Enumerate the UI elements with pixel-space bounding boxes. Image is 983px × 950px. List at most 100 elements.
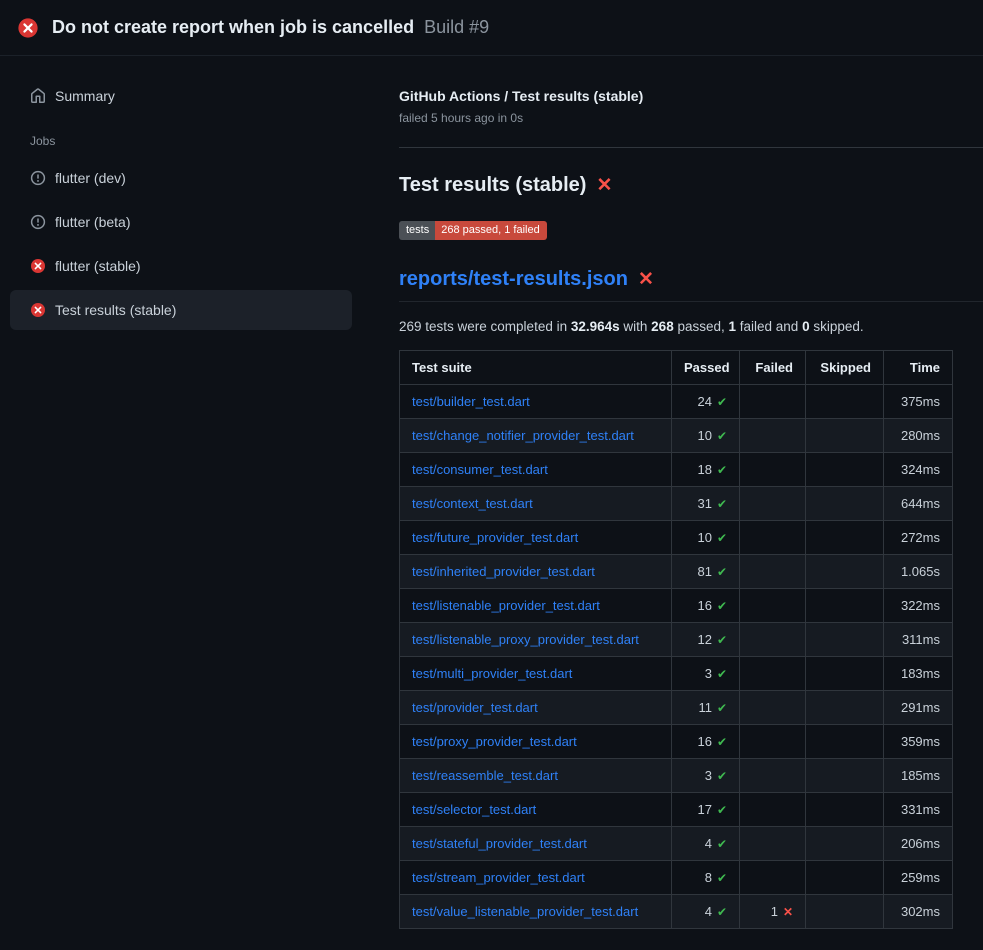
test-suite-link[interactable]: test/reassemble_test.dart xyxy=(412,768,558,783)
passed-cell: 24✔ xyxy=(672,385,740,419)
passed-count: 31 xyxy=(697,496,711,511)
passed-cell: 16✔ xyxy=(672,589,740,623)
passed-count: 18 xyxy=(697,462,711,477)
check-icon: ✔ xyxy=(717,701,727,715)
home-icon xyxy=(30,88,46,104)
test-suite-link[interactable]: test/proxy_provider_test.dart xyxy=(412,734,577,749)
table-row: test/consumer_test.dart18✔324ms xyxy=(400,453,953,487)
passed-cell: 3✔ xyxy=(672,759,740,793)
table-row: test/reassemble_test.dart3✔185ms xyxy=(400,759,953,793)
summary-text: passed, xyxy=(674,319,729,334)
sidebar-item-flutter-dev[interactable]: flutter (dev) xyxy=(10,158,352,198)
check-icon: ✔ xyxy=(717,803,727,817)
suite-cell: test/context_test.dart xyxy=(400,487,672,521)
passed-cell: 10✔ xyxy=(672,521,740,555)
test-suite-link[interactable]: test/value_listenable_provider_test.dart xyxy=(412,904,638,919)
sidebar-item-flutter-beta[interactable]: flutter (beta) xyxy=(10,202,352,242)
check-icon: ✔ xyxy=(717,769,727,783)
failed-cross-icon: ✕ xyxy=(596,176,612,195)
skipped-cell xyxy=(806,657,884,691)
check-icon: ✔ xyxy=(717,429,727,443)
run-status-line: failed 5 hours ago in 0s xyxy=(399,111,983,125)
test-suite-link[interactable]: test/change_notifier_provider_test.dart xyxy=(412,428,634,443)
suite-cell: test/provider_test.dart xyxy=(400,691,672,725)
breadcrumb: GitHub Actions / Test results (stable) xyxy=(399,88,983,104)
test-suite-link[interactable]: test/builder_test.dart xyxy=(412,394,530,409)
table-row: test/value_listenable_provider_test.dart… xyxy=(400,895,953,929)
skipped-cell xyxy=(806,691,884,725)
sidebar-item-flutter-stable[interactable]: flutter (stable) xyxy=(10,246,352,286)
passed-count: 12 xyxy=(697,632,711,647)
failed-status-icon xyxy=(30,258,46,274)
summary-text: with xyxy=(620,319,652,334)
test-suite-link[interactable]: test/stream_provider_test.dart xyxy=(412,870,585,885)
summary-passed-count: 268 xyxy=(651,319,674,334)
test-summary-line: 269 tests were completed in 32.964s with… xyxy=(399,319,983,334)
skipped-cell xyxy=(806,487,884,521)
skipped-cell xyxy=(806,861,884,895)
skipped-cell xyxy=(806,521,884,555)
cross-icon: ✕ xyxy=(783,905,793,919)
failed-cell xyxy=(740,657,806,691)
passed-cell: 31 ✔ xyxy=(672,487,740,521)
check-icon: ✔ xyxy=(717,497,727,511)
check-icon: ✔ xyxy=(717,599,727,613)
job-list: flutter (dev) flutter (beta) xyxy=(10,158,389,330)
table-row: test/selector_test.dart17✔331ms xyxy=(400,793,953,827)
failed-cell xyxy=(740,759,806,793)
failed-count: 1 xyxy=(771,904,778,919)
sidebar-item-summary[interactable]: Summary xyxy=(10,78,352,114)
test-suite-link[interactable]: test/consumer_test.dart xyxy=(412,462,548,477)
test-suite-link[interactable]: test/provider_test.dart xyxy=(412,700,538,715)
test-suite-link[interactable]: test/multi_provider_test.dart xyxy=(412,666,572,681)
test-suite-link[interactable]: test/future_provider_test.dart xyxy=(412,530,578,545)
column-header-skipped: Skipped xyxy=(806,351,884,385)
skipped-cell xyxy=(806,453,884,487)
run-title: Do not create report when job is cancell… xyxy=(52,17,414,38)
sidebar: Summary Jobs flutter (dev) xyxy=(0,56,399,330)
column-header-passed: Passed xyxy=(672,351,740,385)
passed-count: 3 xyxy=(705,666,712,681)
sidebar-item-test-results-stable[interactable]: Test results (stable) xyxy=(10,290,352,330)
test-suite-link[interactable]: test/listenable_proxy_provider_test.dart xyxy=(412,632,639,647)
tests-badge: tests 268 passed, 1 failed xyxy=(399,221,547,240)
badge-label: tests xyxy=(399,221,435,240)
check-icon: ✔ xyxy=(717,837,727,851)
column-header-failed: Failed xyxy=(740,351,806,385)
test-suite-link[interactable]: test/inherited_provider_test.dart xyxy=(412,564,595,579)
test-suite-link[interactable]: test/listenable_provider_test.dart xyxy=(412,598,600,613)
summary-failed-count: 1 xyxy=(729,319,737,334)
summary-text: failed and xyxy=(736,319,802,334)
check-icon: ✔ xyxy=(717,463,727,477)
test-suite-link[interactable]: test/stateful_provider_test.dart xyxy=(412,836,587,851)
failed-cell xyxy=(740,419,806,453)
check-icon: ✔ xyxy=(717,667,727,681)
failed-status-icon xyxy=(30,302,46,318)
skipped-cell xyxy=(806,827,884,861)
divider xyxy=(399,147,983,148)
passed-cell: 17✔ xyxy=(672,793,740,827)
suite-cell: test/future_provider_test.dart xyxy=(400,521,672,555)
time-cell: 1.065s xyxy=(884,555,953,589)
passed-cell: 18 ✔ xyxy=(672,453,740,487)
job-label: Test results (stable) xyxy=(55,302,176,318)
passed-count: 16 xyxy=(697,734,711,749)
suite-cell: test/value_listenable_provider_test.dart xyxy=(400,895,672,929)
failed-cell xyxy=(740,453,806,487)
test-suite-link[interactable]: test/context_test.dart xyxy=(412,496,533,511)
suite-cell: test/proxy_provider_test.dart xyxy=(400,725,672,759)
passed-cell: 12✔ xyxy=(672,623,740,657)
table-row: test/builder_test.dart24✔375ms xyxy=(400,385,953,419)
table-row: test/listenable_provider_test.dart16✔322… xyxy=(400,589,953,623)
passed-count: 11 xyxy=(698,700,712,715)
suite-cell: test/builder_test.dart xyxy=(400,385,672,419)
skipped-cell xyxy=(806,589,884,623)
test-suite-link[interactable]: test/selector_test.dart xyxy=(412,802,536,817)
report-file-link[interactable]: reports/test-results.json xyxy=(399,268,628,291)
build-number: Build #9 xyxy=(424,17,489,38)
summary-text: 269 tests were completed in xyxy=(399,319,571,334)
skipped-cell xyxy=(806,623,884,657)
time-cell: 280ms xyxy=(884,419,953,453)
job-label: flutter (stable) xyxy=(55,258,141,274)
run-header: Do not create report when job is cancell… xyxy=(0,0,983,56)
